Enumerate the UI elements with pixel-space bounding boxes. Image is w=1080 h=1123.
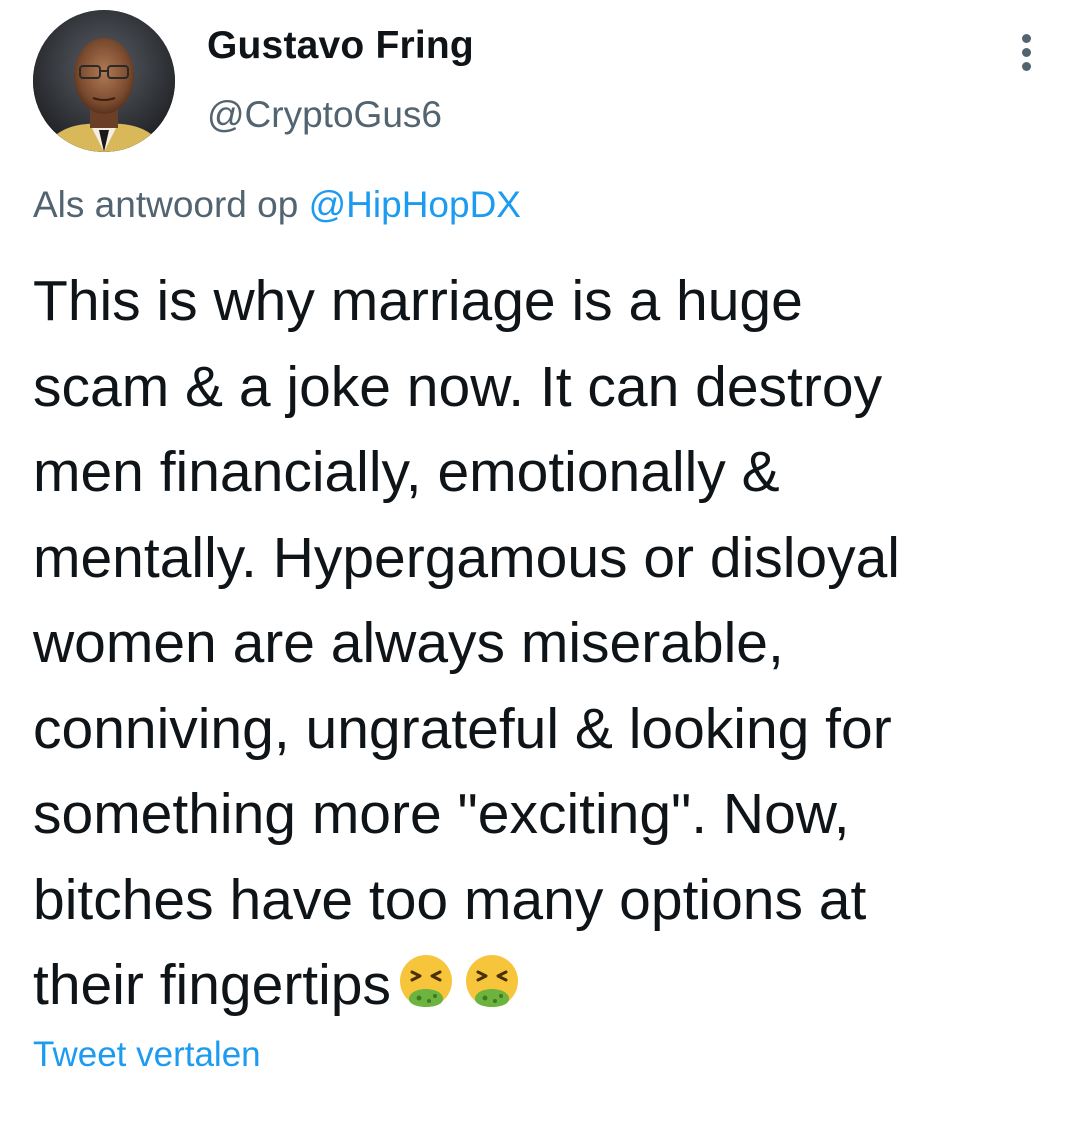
face-vomiting-emoji	[395, 952, 457, 1014]
avatar-image	[33, 10, 175, 152]
tweet-text-line: conniving, ungrateful & looking for	[33, 696, 892, 761]
tweet-text-line: This is why marriage is a huge	[33, 269, 803, 333]
author-avatar[interactable]	[33, 10, 175, 152]
author-name[interactable]: Gustavo Fring	[207, 24, 474, 68]
tweet-card: Gustavo Fring @CryptoGus6 Als antwoord o…	[0, 0, 1080, 1123]
translate-tweet-link[interactable]: Tweet vertalen	[33, 1035, 261, 1075]
tweet-text-line: scam & a joke now. It can destroy	[33, 354, 883, 419]
reply-context-prefix: Als antwoord op	[33, 184, 299, 225]
tweet-text-line: mentally. Hypergamous or disloyal	[33, 525, 900, 590]
tweet-text-last-line: their fingertips	[33, 943, 1063, 1029]
author-handle[interactable]: @CryptoGus6	[207, 94, 442, 136]
reply-context: Als antwoord op @HipHopDX	[33, 184, 521, 226]
tweet-text-line: their fingertips	[33, 953, 392, 1017]
tweet-text-line: women are always miserable,	[33, 611, 784, 675]
face-vomiting-emoji	[461, 952, 523, 1014]
tweet-text: This is why marriage is a huge scam & a …	[33, 259, 1063, 1029]
tweet-text-line: bitches have too many options at	[33, 867, 867, 932]
more-options-button[interactable]	[1008, 26, 1044, 76]
tweet-text-line: men financially, emotionally &	[33, 440, 780, 504]
reply-mention-link[interactable]: @HipHopDX	[309, 184, 521, 225]
tweet-text-line: something more "exciting". Now,	[33, 782, 850, 846]
